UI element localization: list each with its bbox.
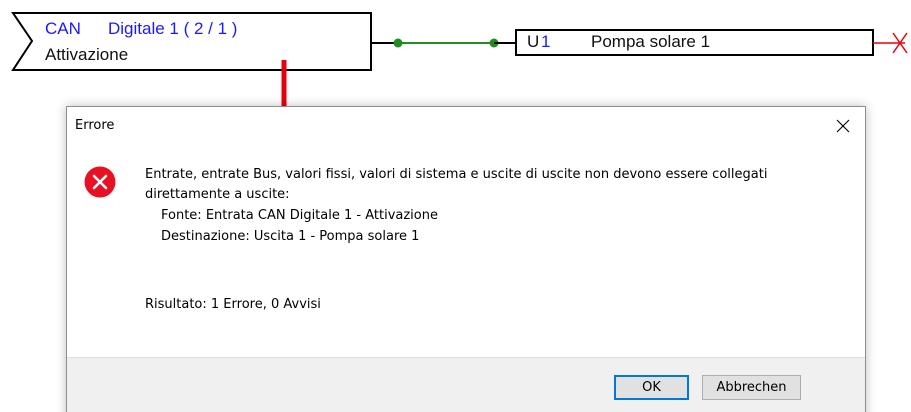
dialog-title: Errore: [75, 118, 115, 133]
connection-node-start[interactable]: [393, 38, 403, 48]
error-source-line: Fonte: Entrata CAN Digitale 1 - Attivazi…: [161, 208, 438, 223]
output-id-prefix: U: [527, 32, 540, 51]
screen: CAN Digitale 1 ( 2 / 1 ) Attivazione U 1…: [0, 0, 911, 412]
result-summary: Risultato: 1 Errore, 0 Avvisi: [145, 297, 321, 312]
error-message-line-1: Entrate, entrate Bus, valori fissi, valo…: [145, 167, 768, 182]
error-destination-line: Destinazione: Uscita 1 - Pompa solare 1: [161, 229, 420, 244]
output-name-label: Pompa solare 1: [591, 32, 711, 51]
cancel-button[interactable]: Abbrechen: [702, 375, 801, 400]
dialog-footer: OK Abbrechen: [67, 357, 865, 412]
close-icon: [836, 119, 850, 133]
close-button[interactable]: [821, 107, 865, 145]
ok-button[interactable]: OK: [614, 375, 689, 400]
input-channel-label: Digitale 1 ( 2 / 1 ): [108, 19, 238, 38]
output-id-number: 1: [541, 32, 551, 51]
dialog-body: Entrate, entrate Bus, valori fissi, valo…: [67, 145, 865, 355]
input-value-label: Attivazione: [45, 45, 129, 64]
input-type-label: CAN: [45, 19, 81, 38]
error-message-line-2: direttamente a uscite:: [145, 187, 290, 202]
error-dialog: Errore Entrate, entrate Bus, valori fiss…: [66, 106, 866, 412]
error-icon: [84, 166, 116, 198]
dialog-titlebar[interactable]: Errore: [67, 107, 865, 145]
